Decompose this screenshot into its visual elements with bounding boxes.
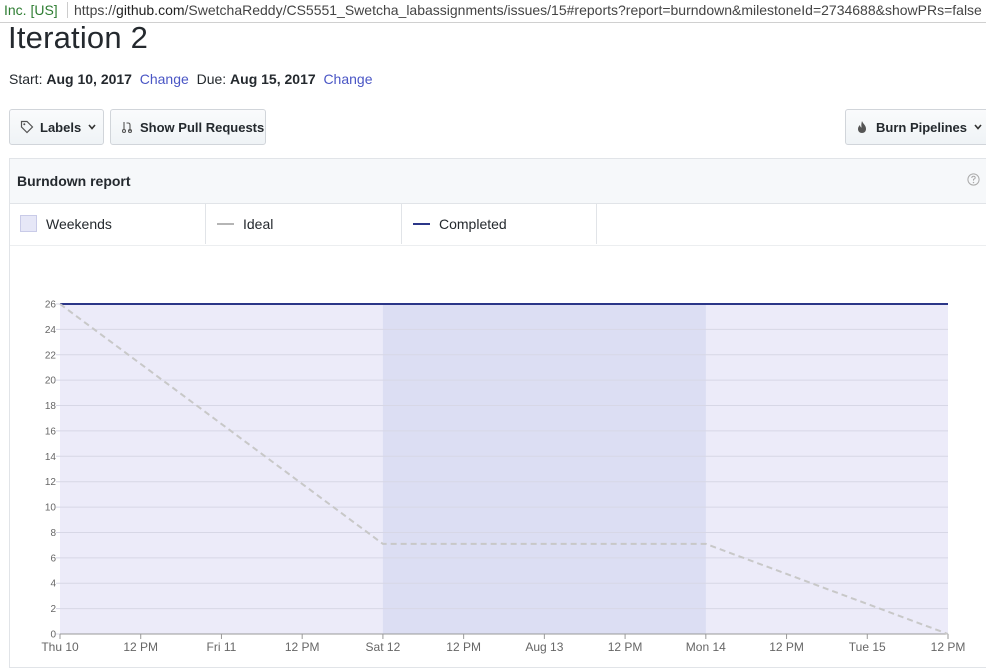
- burndown-chart: 02468101214161820222426Thu 10 12 PM Fri 11…: [41, 300, 966, 655]
- y-tick-label: 2: [50, 604, 56, 615]
- x-tick-label: Mon 14: [686, 640, 726, 654]
- x-tick-label: 12 PM: [285, 640, 320, 654]
- x-tick-label: 12 PM: [608, 640, 643, 654]
- y-tick-label: 22: [45, 350, 57, 361]
- y-tick-label: 18: [45, 401, 57, 412]
- y-tick-label: 20: [45, 376, 57, 387]
- x-tick-label: 12 PM: [931, 640, 966, 654]
- x-tick-label: 12 PM: [123, 640, 158, 654]
- weekend-band: [382, 304, 706, 634]
- x-tick-label: Sat 12: [366, 640, 401, 654]
- x-tick-label: Thu 10: [41, 640, 79, 654]
- y-tick-label: 24: [45, 325, 57, 336]
- y-tick-label: 4: [50, 579, 56, 590]
- x-tick-label: Aug 13: [525, 640, 563, 654]
- y-tick-label: 8: [50, 528, 56, 539]
- y-tick-label: 6: [50, 553, 56, 564]
- y-tick-label: 14: [45, 452, 57, 463]
- x-tick-label: 12 PM: [446, 640, 481, 654]
- y-tick-label: 0: [50, 630, 56, 641]
- x-tick-label: Fri 11: [207, 640, 237, 654]
- y-tick-label: 16: [45, 426, 57, 437]
- y-tick-label: 12: [45, 477, 57, 488]
- y-tick-label: 26: [45, 300, 57, 311]
- y-tick-label: 10: [45, 503, 57, 514]
- x-tick-label: 12 PM: [769, 640, 804, 654]
- x-tick-label: Tue 15: [849, 640, 886, 654]
